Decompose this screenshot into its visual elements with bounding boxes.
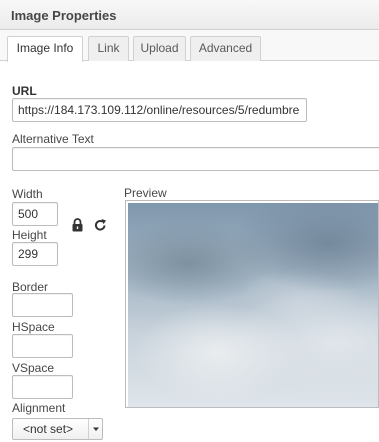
reset-size-icon[interactable] xyxy=(94,218,107,232)
alt-text-label: Alternative Text xyxy=(12,132,94,146)
width-input[interactable]: 500 xyxy=(12,202,58,226)
preview-label: Preview xyxy=(124,186,167,200)
lock-icon[interactable] xyxy=(71,218,84,232)
dialog-title: Image Properties xyxy=(11,8,117,23)
alignment-dropdown-button[interactable] xyxy=(88,419,102,439)
tab-link[interactable]: Link xyxy=(88,36,129,61)
tab-image-info[interactable]: Image Info xyxy=(7,36,83,62)
alt-text-input[interactable] xyxy=(12,147,379,171)
hspace-input[interactable] xyxy=(12,334,73,358)
border-input[interactable] xyxy=(12,293,73,317)
vspace-input[interactable] xyxy=(12,375,73,399)
alignment-select[interactable]: <not set> xyxy=(12,418,103,440)
chevron-down-icon xyxy=(93,427,99,431)
vspace-label: VSpace xyxy=(12,361,55,375)
alignment-label: Alignment xyxy=(12,401,66,415)
tab-bar: Image Info Link Upload Advanced xyxy=(0,30,379,62)
border-label: Border xyxy=(12,280,49,294)
url-label: URL xyxy=(12,84,37,98)
tab-upload[interactable]: Upload xyxy=(133,36,186,61)
width-label: Width xyxy=(12,187,43,201)
alignment-selected-value: <not set> xyxy=(23,422,74,436)
preview-image xyxy=(128,203,378,407)
url-input[interactable]: https://184.173.109.112/online/resources… xyxy=(12,98,307,122)
height-label: Height xyxy=(12,228,47,242)
dialog-title-bar[interactable]: Image Properties xyxy=(0,0,379,30)
hspace-label: HSpace xyxy=(12,320,55,334)
height-input[interactable]: 299 xyxy=(12,242,58,266)
tab-advanced[interactable]: Advanced xyxy=(190,36,261,61)
image-preview xyxy=(125,200,379,408)
